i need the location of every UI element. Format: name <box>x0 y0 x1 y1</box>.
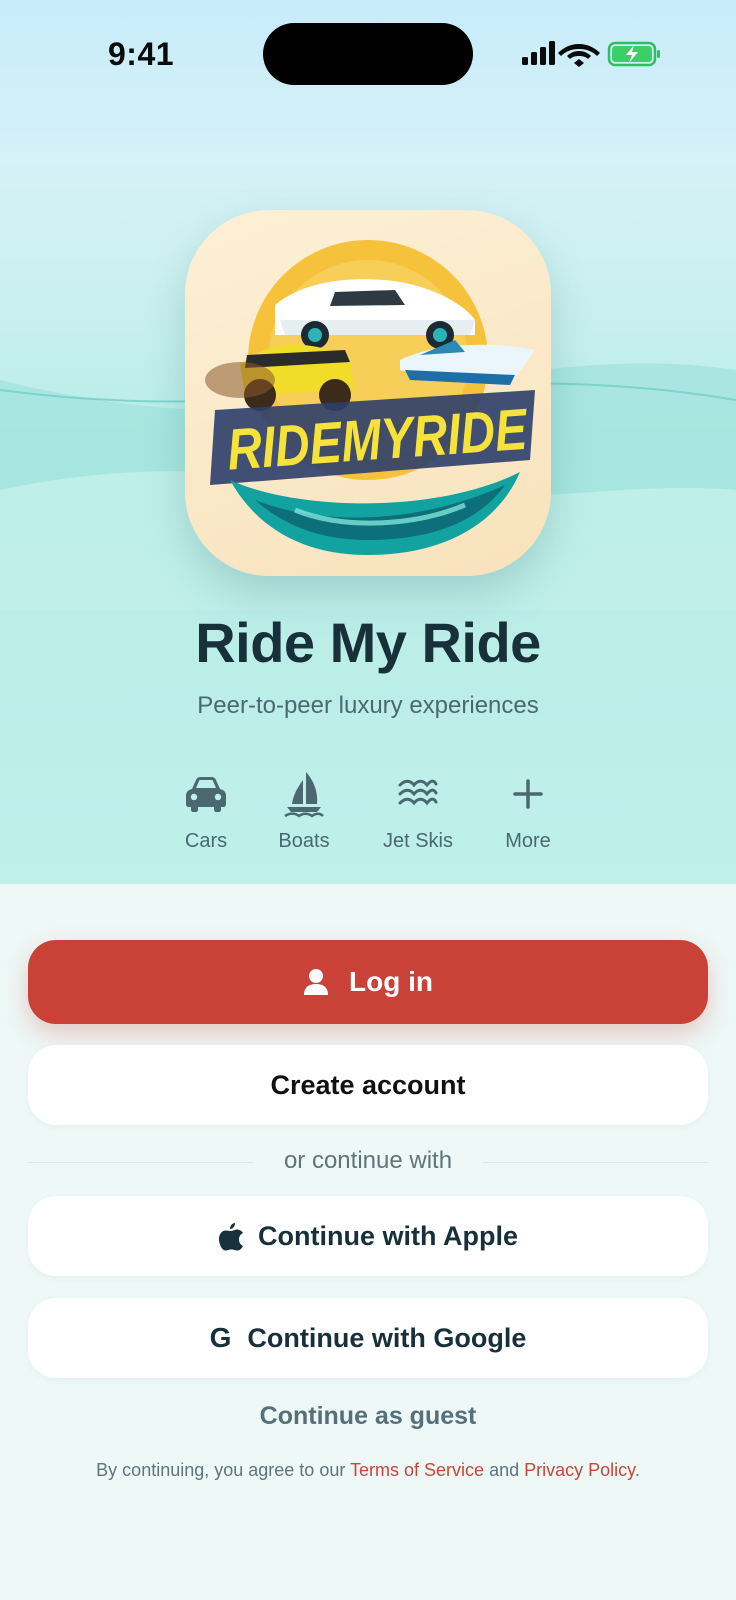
category-jet-skis[interactable]: Jet Skis <box>363 770 473 853</box>
category-boats[interactable]: Boats <box>249 770 359 853</box>
divider-text: or continue with <box>283 1147 453 1174</box>
category-label: Boats <box>278 830 330 852</box>
category-row: Cars Boats Jet Skis More <box>0 770 736 860</box>
google-icon: G <box>209 1322 232 1353</box>
sailboat-icon <box>249 770 359 818</box>
login-button[interactable]: Log in <box>28 940 708 1024</box>
create-account-label: Create account <box>270 1069 466 1100</box>
continue-as-guest-link[interactable]: Continue as guest <box>0 1402 736 1431</box>
status-time: 9:41 <box>108 36 175 72</box>
category-more[interactable]: More <box>473 770 583 853</box>
car-icon <box>151 770 261 818</box>
app-tagline: Peer-to-peer luxury experiences <box>197 692 539 719</box>
category-cars[interactable]: Cars <box>151 770 261 853</box>
waves-icon <box>363 770 473 818</box>
legal-notice: By continuing, you agree to our Terms of… <box>0 1460 736 1481</box>
legal-suffix: . <box>634 1460 640 1480</box>
app-title: Ride My Ride <box>195 611 541 674</box>
wifi-icon <box>558 44 600 67</box>
app-logo: RIDEMYRIDE <box>185 210 551 576</box>
dynamic-island <box>263 23 473 85</box>
person-icon <box>303 968 329 996</box>
signal-icon <box>522 41 555 65</box>
category-label: Cars <box>184 830 228 852</box>
divider-line <box>483 1162 708 1163</box>
social-divider: or continue with <box>28 1145 708 1179</box>
google-label: Continue with Google <box>247 1322 527 1353</box>
battery-icon <box>607 41 660 67</box>
plus-icon <box>473 770 583 818</box>
legal-prefix: By continuing, you agree to our <box>96 1460 351 1480</box>
category-label: More <box>505 830 551 852</box>
legal-middle: and <box>484 1460 525 1480</box>
status-bar: 9:41 <box>0 0 736 110</box>
privacy-link[interactable]: Privacy Policy <box>524 1460 635 1480</box>
apple-icon <box>218 1221 244 1251</box>
status-icons <box>522 41 660 67</box>
apple-label: Continue with Apple <box>258 1220 518 1251</box>
continue-with-google-button[interactable]: G Continue with Google <box>28 1298 708 1378</box>
login-label: Log in <box>349 966 433 997</box>
category-label: Jet Skis <box>382 830 454 852</box>
terms-link[interactable]: Terms of Service <box>350 1460 484 1480</box>
continue-with-apple-button[interactable]: Continue with Apple <box>28 1196 708 1276</box>
create-account-button[interactable]: Create account <box>28 1045 708 1125</box>
